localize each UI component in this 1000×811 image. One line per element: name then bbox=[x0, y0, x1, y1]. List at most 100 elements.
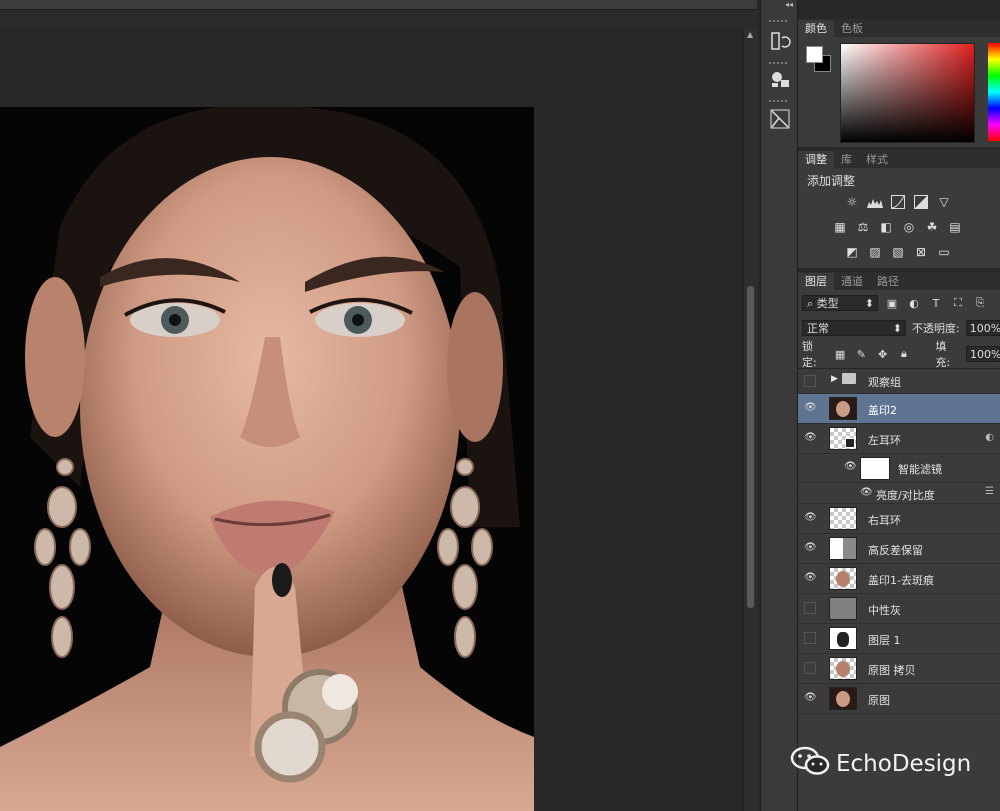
double-chevron-left-icon[interactable]: ◂◂ bbox=[785, 0, 793, 9]
layer-row[interactable]: 👁︎ 右耳环 bbox=[798, 504, 1000, 534]
smart-filters-row[interactable]: 👁︎ 智能滤镜 bbox=[798, 454, 1000, 483]
blend-mode-value: 正常 bbox=[807, 322, 829, 335]
chevron-updown-icon: ⬍ bbox=[864, 297, 874, 310]
brightness-contrast-icon[interactable]: ☼ bbox=[844, 194, 860, 210]
color-balance-icon[interactable]: ⚖ bbox=[855, 219, 871, 235]
folder-icon bbox=[842, 373, 856, 384]
fill-label: 填充: bbox=[935, 340, 951, 369]
layer-name: 左耳环 bbox=[868, 434, 901, 447]
tab-color[interactable]: 颜色 bbox=[798, 20, 834, 37]
document-image-portrait[interactable] bbox=[0, 107, 534, 811]
visibility-toggle[interactable] bbox=[804, 632, 816, 644]
posterize-icon[interactable]: ▨ bbox=[867, 244, 883, 260]
adjustment-layer-filter-icon[interactable]: ◐ bbox=[906, 295, 922, 311]
type-layer-filter-icon[interactable]: T bbox=[928, 295, 944, 311]
tab-channels[interactable]: 通道 bbox=[834, 273, 870, 290]
lock-position-icon[interactable]: ✥ bbox=[875, 346, 890, 362]
filter-options-icon[interactable]: ☰ bbox=[985, 486, 994, 497]
tab-adjustments[interactable]: 调整 bbox=[798, 151, 834, 168]
blend-mode-select[interactable]: 正常 ⬍ bbox=[802, 320, 906, 336]
invert-icon[interactable]: ◩ bbox=[844, 244, 860, 260]
adjustments-panel-tabs: 调整 库 样式 bbox=[798, 150, 1000, 168]
eye-icon[interactable]: 👁︎ bbox=[804, 692, 817, 704]
color-field[interactable] bbox=[840, 43, 975, 143]
tab-libraries[interactable]: 库 bbox=[834, 151, 859, 168]
lock-all-icon[interactable]: 🔒︎ bbox=[896, 346, 911, 362]
layer-name: 亮度/对比度 bbox=[876, 489, 935, 502]
scroll-up-arrow-icon[interactable]: ▲ bbox=[747, 30, 753, 39]
dock-grip[interactable] bbox=[769, 62, 789, 64]
hue-saturation-icon[interactable]: ▦ bbox=[832, 219, 848, 235]
canvas-vertical-scrollbar[interactable]: ▲ bbox=[743, 28, 758, 811]
watermark: EchoDesign bbox=[790, 745, 971, 783]
curves-icon[interactable] bbox=[890, 194, 906, 210]
color-lookup-icon[interactable]: ▤ bbox=[947, 219, 963, 235]
scrollbar-thumb[interactable] bbox=[747, 286, 754, 608]
lock-pixels-icon[interactable]: ✎ bbox=[854, 346, 869, 362]
visibility-toggle[interactable] bbox=[804, 375, 816, 387]
paths-icon[interactable] bbox=[769, 108, 791, 130]
lock-transparency-icon[interactable]: ▦ bbox=[833, 346, 848, 362]
layer-thumbnail bbox=[829, 507, 857, 530]
adjustments-panel: 调整 库 样式 添加调整 ☼ ▽ ▦ ⚖ ◧ ◎ ☘ ▤ ◩ ▨ ▧ ⊠ ▭ bbox=[798, 150, 1000, 268]
threshold-icon[interactable]: ▧ bbox=[890, 244, 906, 260]
eye-icon[interactable]: 👁︎ bbox=[804, 402, 817, 414]
layer-row-selected[interactable]: 👁︎ 盖印2 bbox=[798, 394, 1000, 424]
foreground-color-swatch[interactable] bbox=[806, 46, 823, 63]
history-icon[interactable] bbox=[769, 30, 791, 52]
layer-name: 中性灰 bbox=[868, 604, 901, 617]
filter-kind-value: 类型 bbox=[816, 297, 839, 310]
layer-row[interactable]: 图层 1 bbox=[798, 624, 1000, 654]
eye-icon[interactable]: 👁︎ bbox=[860, 487, 873, 498]
eye-icon[interactable]: 👁︎ bbox=[804, 512, 817, 524]
tab-paths[interactable]: 路径 bbox=[870, 273, 906, 290]
layer-name: 观察组 bbox=[868, 376, 901, 389]
eye-icon[interactable]: 👁︎ bbox=[804, 542, 817, 554]
canvas-area[interactable] bbox=[0, 28, 743, 811]
visibility-toggle[interactable] bbox=[804, 662, 816, 674]
tab-layers[interactable]: 图层 bbox=[798, 273, 834, 290]
filter-mask-thumbnail[interactable] bbox=[860, 457, 890, 480]
layer-name: 高反差保留 bbox=[868, 544, 923, 557]
smart-filter-indicator-icon[interactable]: ◐ bbox=[985, 432, 994, 443]
black-white-icon[interactable]: ◧ bbox=[878, 219, 894, 235]
options-bar bbox=[0, 0, 757, 10]
shape-layer-filter-icon[interactable]: ⛶ bbox=[950, 295, 966, 311]
filter-row[interactable]: 👁︎ 亮度/对比度 ☰ bbox=[798, 483, 1000, 504]
properties-icon[interactable] bbox=[769, 68, 791, 90]
layer-row[interactable]: 👁︎ 原图 bbox=[798, 684, 1000, 714]
portrait-artwork bbox=[0, 107, 534, 811]
vibrance-icon[interactable]: ▽ bbox=[936, 194, 952, 210]
layer-name: 原图 bbox=[868, 694, 890, 707]
layer-row[interactable]: 原图 拷贝 bbox=[798, 654, 1000, 684]
layer-row[interactable]: 👁︎ 左耳环 ◐ bbox=[798, 424, 1000, 454]
hue-slider[interactable] bbox=[988, 43, 1000, 141]
tab-swatches[interactable]: 色板 bbox=[834, 20, 870, 37]
pixel-layer-filter-icon[interactable]: ▣ bbox=[884, 295, 900, 311]
selective-color-icon[interactable]: ⊠ bbox=[913, 244, 929, 260]
eye-icon[interactable]: 👁︎ bbox=[844, 461, 857, 472]
channel-mixer-icon[interactable]: ☘ bbox=[924, 219, 940, 235]
visibility-toggle[interactable] bbox=[804, 602, 816, 614]
eye-icon[interactable]: 👁︎ bbox=[804, 432, 817, 444]
dock-grip[interactable] bbox=[769, 20, 789, 22]
photo-filter-icon[interactable]: ◎ bbox=[901, 219, 917, 235]
search-icon: ⌕ bbox=[807, 297, 814, 310]
eye-icon[interactable]: 👁︎ bbox=[804, 572, 817, 584]
layer-row[interactable]: 👁︎ 盖印1-去斑痕 bbox=[798, 564, 1000, 594]
layer-row[interactable]: 👁︎ 高反差保留 bbox=[798, 534, 1000, 564]
exposure-icon[interactable] bbox=[913, 194, 929, 210]
layer-row[interactable]: 中性灰 bbox=[798, 594, 1000, 624]
opacity-field[interactable]: 100% bbox=[965, 320, 1000, 336]
chevron-updown-icon: ⬍ bbox=[892, 322, 902, 335]
layer-row-group[interactable]: ▶ 观察组 bbox=[798, 369, 1000, 394]
wechat-icon bbox=[790, 745, 830, 783]
expand-arrow-icon[interactable]: ▶ bbox=[831, 374, 838, 384]
tab-styles[interactable]: 样式 bbox=[859, 151, 895, 168]
fill-field[interactable]: 100% bbox=[966, 346, 1000, 362]
gradient-map-icon[interactable]: ▭ bbox=[936, 244, 952, 260]
dock-grip[interactable] bbox=[769, 100, 789, 102]
levels-icon[interactable] bbox=[867, 194, 883, 210]
smart-object-filter-icon[interactable]: ⎘ bbox=[972, 295, 988, 311]
filter-kind-select[interactable]: ⌕ 类型 ⬍ bbox=[802, 295, 878, 311]
